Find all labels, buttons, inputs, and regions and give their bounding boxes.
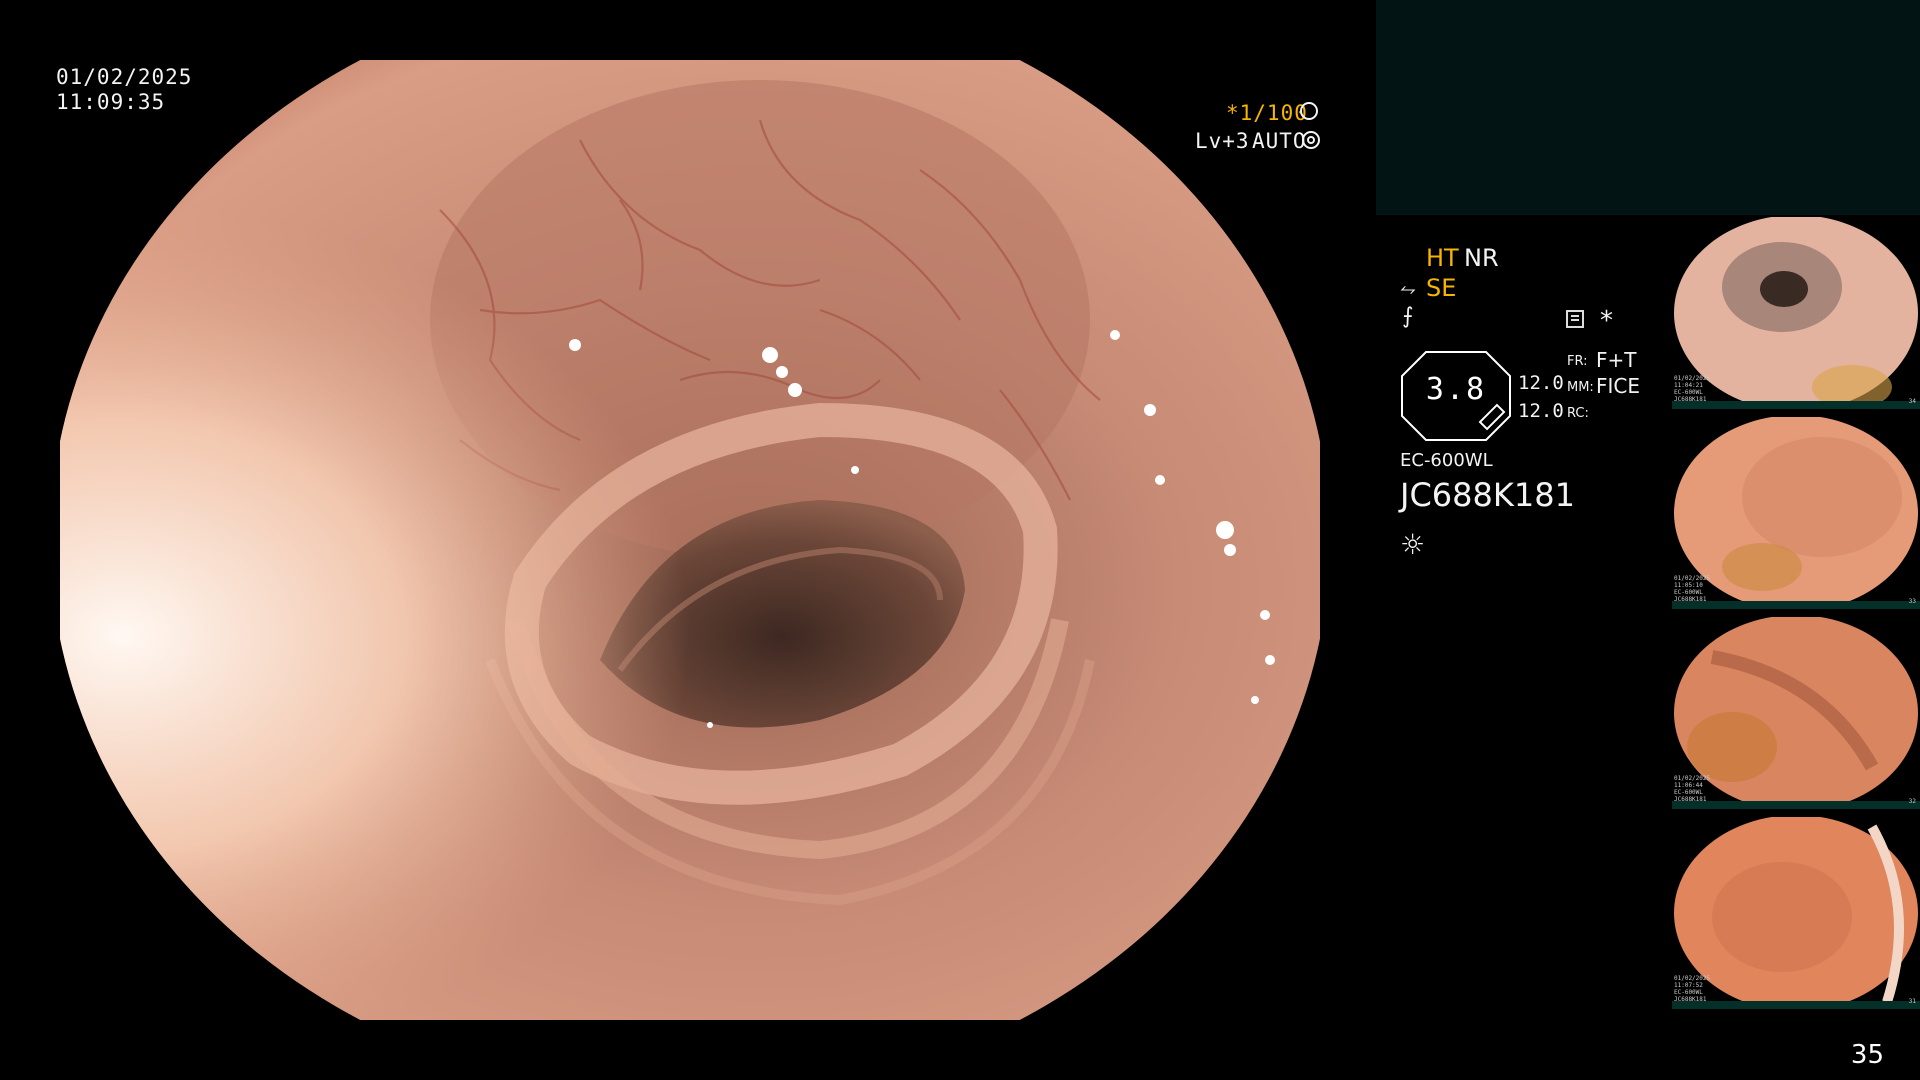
- value-b: 12.0: [1518, 400, 1564, 422]
- thumbnail-number: 32: [1908, 798, 1916, 805]
- scope-model: EC-600WL: [1400, 450, 1493, 471]
- endoscope-main-view: [60, 60, 1320, 1020]
- fr-value: F+T: [1596, 348, 1637, 372]
- exposure-mode: AUTO: [1252, 129, 1307, 153]
- nr-indicator: NR: [1464, 244, 1499, 272]
- value-a: 12.0: [1518, 372, 1564, 394]
- thumbnail-3[interactable]: 01/02/2025 11:06:44 EC-600WL JC688K181 32: [1672, 617, 1920, 809]
- mm-label: MM:: [1567, 380, 1594, 395]
- curve-icon: ⨍: [1402, 304, 1414, 329]
- thumbnail-number: 33: [1908, 598, 1916, 605]
- thumbnail-number: 31: [1908, 998, 1916, 1005]
- info-panel-top: [1376, 0, 1920, 215]
- ht-indicator: HT: [1426, 244, 1459, 272]
- fr-label: FR:: [1567, 354, 1588, 369]
- structure-enhance-icon: ⥊: [1400, 276, 1416, 300]
- image-count: 35: [1850, 1040, 1884, 1070]
- shutter-speed: *1/100: [1226, 101, 1308, 125]
- thumbnail-meta: 01/02/2025 11:06:44 EC-600WL JC688K181: [1674, 775, 1711, 803]
- thumbnail-meta: 01/02/2025 11:05:10 EC-600WL JC688K181: [1674, 575, 1711, 603]
- exposure-icon: [1302, 131, 1320, 149]
- zoom-value: 3.8: [1425, 372, 1487, 407]
- scope-serial: JC688K181: [1400, 476, 1575, 514]
- asterisk-indicator: *: [1600, 306, 1613, 336]
- aperture-icon: [1300, 102, 1318, 120]
- record-icon: [1566, 310, 1584, 328]
- thumbnail-1[interactable]: 01/02/2025 11:04:21 EC-600WL JC688K181 34: [1672, 217, 1920, 409]
- thumbnail-2[interactable]: 01/02/2025 11:05:10 EC-600WL JC688K181 33: [1672, 417, 1920, 609]
- thumbnail-4[interactable]: 01/02/2025 11:07:52 EC-600WL JC688K181 31: [1672, 817, 1920, 1009]
- thumbnail-meta: 01/02/2025 11:04:21 EC-600WL JC688K181: [1674, 375, 1711, 403]
- colon-lumen-image: [60, 60, 1320, 1020]
- zoom-badge: 3.8: [1400, 350, 1512, 442]
- se-indicator: SE: [1426, 274, 1457, 302]
- brightness-level: Lv+3: [1195, 129, 1250, 153]
- exam-date: 01/02/2025: [56, 65, 193, 89]
- light-source-icon: ☼: [1400, 528, 1426, 561]
- thumbnail-number: 34: [1908, 398, 1916, 405]
- rc-label: RC:: [1567, 406, 1589, 421]
- exam-time: 11:09:35: [56, 90, 166, 114]
- mm-value: FICE: [1596, 374, 1641, 398]
- thumbnail-meta: 01/02/2025 11:07:52 EC-600WL JC688K181: [1674, 975, 1711, 1003]
